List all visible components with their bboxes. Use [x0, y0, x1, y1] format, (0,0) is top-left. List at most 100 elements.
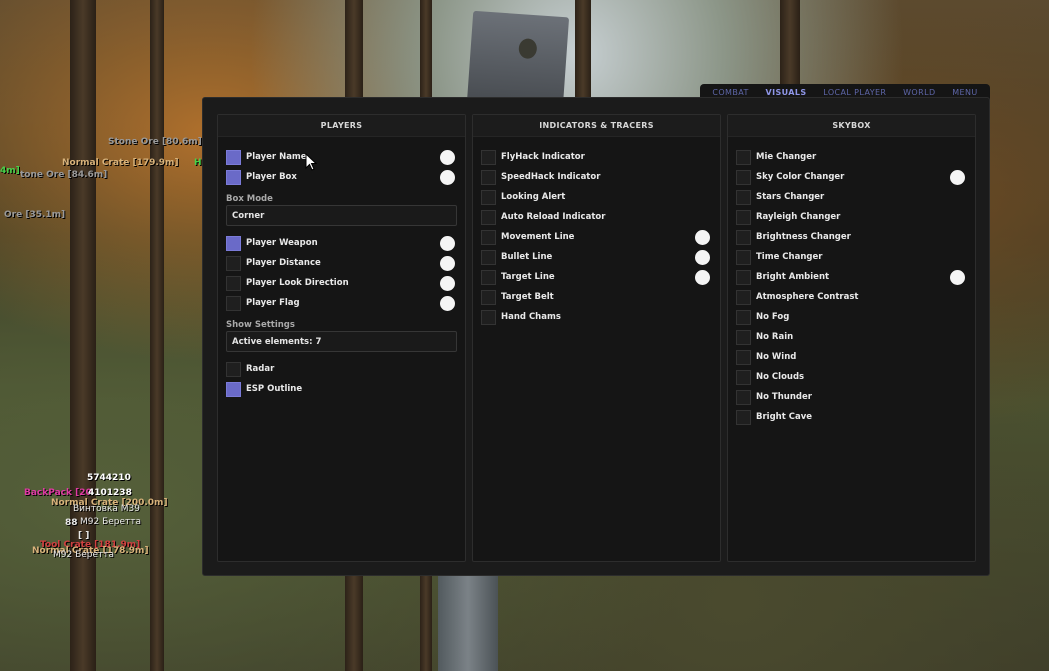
brightness-changer-option[interactable]: Brightness Changer [736, 229, 967, 245]
color-picker-swatch[interactable] [440, 235, 455, 251]
no-thunder-option[interactable]: No Thunder [736, 389, 967, 405]
radar-option[interactable]: Radar [226, 361, 457, 377]
players-panel: PLAYERS Player Name Player Box Box Mode … [217, 114, 466, 562]
target-belt-option[interactable]: Target Belt [481, 289, 712, 305]
no-fog-option[interactable]: No Fog [736, 309, 967, 325]
tree-trunk [150, 0, 164, 671]
color-picker-swatch[interactable] [440, 149, 455, 165]
sign-post [438, 576, 498, 671]
target-line-option[interactable]: Target Line [481, 269, 712, 285]
player-box-option[interactable]: Player Box [226, 169, 457, 185]
player-flag-option[interactable]: Player Flag [226, 295, 457, 311]
no-clouds-option[interactable]: No Clouds [736, 369, 967, 385]
option-checkbox[interactable] [736, 389, 751, 405]
option-checkbox[interactable] [736, 269, 751, 285]
esp-label: H [194, 158, 202, 168]
option-checkbox[interactable] [736, 169, 751, 185]
option-checkbox[interactable] [481, 229, 496, 245]
color-picker-swatch[interactable] [695, 249, 710, 265]
auto-reload-indicator-option[interactable]: Auto Reload Indicator [481, 209, 712, 225]
esp-label: 5744210 [87, 473, 131, 483]
player-look-direction-checkbox[interactable] [226, 275, 241, 291]
player-weapon-option[interactable]: Player Weapon [226, 235, 457, 251]
option-checkbox[interactable] [481, 169, 496, 185]
tab-world[interactable]: WORLD [903, 88, 935, 97]
player-name-option[interactable]: Player Name [226, 149, 457, 165]
option-label: Target Line [501, 272, 555, 282]
option-checkbox[interactable] [481, 149, 496, 165]
bright-ambient-option[interactable]: Bright Ambient [736, 269, 967, 285]
option-label: No Fog [756, 312, 790, 322]
no-wind-option[interactable]: No Wind [736, 349, 967, 365]
tree-trunk [70, 0, 96, 671]
esp-label: Винтовка M39 [73, 504, 140, 514]
option-label: Bright Cave [756, 412, 813, 422]
option-label: Auto Reload Indicator [501, 212, 606, 222]
option-checkbox[interactable] [736, 329, 751, 345]
option-checkbox[interactable] [481, 209, 496, 225]
option-checkbox[interactable] [481, 309, 496, 325]
option-checkbox[interactable] [736, 409, 751, 425]
panel-title: SKYBOX [728, 115, 975, 137]
option-checkbox[interactable] [736, 149, 751, 165]
radar-checkbox[interactable] [226, 361, 241, 377]
tab-local-player[interactable]: LOCAL PLAYER [823, 88, 886, 97]
option-checkbox[interactable] [481, 289, 496, 305]
looking-alert-option[interactable]: Looking Alert [481, 189, 712, 205]
option-checkbox[interactable] [736, 209, 751, 225]
no-rain-option[interactable]: No Rain [736, 329, 967, 345]
esp-label: 88 [65, 518, 78, 528]
player-distance-option[interactable]: Player Distance [226, 255, 457, 271]
tab-combat[interactable]: COMBAT [712, 88, 748, 97]
menu-window: PLAYERS Player Name Player Box Box Mode … [202, 97, 990, 576]
option-checkbox[interactable] [736, 289, 751, 305]
option-checkbox[interactable] [736, 309, 751, 325]
option-label: Radar [246, 364, 275, 374]
time-changer-option[interactable]: Time Changer [736, 249, 967, 265]
rayleigh-changer-option[interactable]: Rayleigh Changer [736, 209, 967, 225]
option-checkbox[interactable] [736, 189, 751, 205]
esp-outline-checkbox[interactable] [226, 381, 241, 397]
mie-changer-option[interactable]: Mie Changer [736, 149, 967, 165]
option-label: Player Box [246, 172, 297, 182]
option-checkbox[interactable] [736, 349, 751, 365]
option-checkbox[interactable] [481, 249, 496, 265]
option-label: Looking Alert [501, 192, 566, 202]
movement-line-option[interactable]: Movement Line [481, 229, 712, 245]
option-checkbox[interactable] [481, 189, 496, 205]
tab-menu[interactable]: MENU [952, 88, 977, 97]
color-picker-swatch[interactable] [950, 269, 965, 285]
speedhack-indicator-option[interactable]: SpeedHack Indicator [481, 169, 712, 185]
player-distance-checkbox[interactable] [226, 255, 241, 271]
option-checkbox[interactable] [481, 269, 496, 285]
color-picker-swatch[interactable] [440, 295, 455, 311]
player-look-direction-option[interactable]: Player Look Direction [226, 275, 457, 291]
color-picker-swatch[interactable] [440, 255, 455, 271]
esp-outline-option[interactable]: ESP Outline [226, 381, 457, 397]
box-mode-select[interactable]: Corner [226, 205, 457, 226]
sky-color-changer-option[interactable]: Sky Color Changer [736, 169, 967, 185]
option-label: Atmosphere Contrast [756, 292, 859, 302]
color-picker-swatch[interactable] [950, 169, 965, 185]
player-flag-checkbox[interactable] [226, 295, 241, 311]
color-picker-swatch[interactable] [695, 269, 710, 285]
show-settings-select[interactable]: Active elements: 7 [226, 331, 457, 352]
option-checkbox[interactable] [736, 229, 751, 245]
option-checkbox[interactable] [736, 249, 751, 265]
player-box-checkbox[interactable] [226, 169, 241, 185]
bright-cave-option[interactable]: Bright Cave [736, 409, 967, 425]
option-label: No Wind [756, 352, 797, 362]
player-name-checkbox[interactable] [226, 149, 241, 165]
tab-visuals[interactable]: VISUALS [766, 88, 807, 97]
player-weapon-checkbox[interactable] [226, 235, 241, 251]
option-label: Player Name [246, 152, 307, 162]
stars-changer-option[interactable]: Stars Changer [736, 189, 967, 205]
hand-chams-option[interactable]: Hand Chams [481, 309, 712, 325]
color-picker-swatch[interactable] [695, 229, 710, 245]
color-picker-swatch[interactable] [440, 169, 455, 185]
color-picker-swatch[interactable] [440, 275, 455, 291]
bullet-line-option[interactable]: Bullet Line [481, 249, 712, 265]
flyhack-indicator-option[interactable]: FlyHack Indicator [481, 149, 712, 165]
atmosphere-contrast-option[interactable]: Atmosphere Contrast [736, 289, 967, 305]
option-checkbox[interactable] [736, 369, 751, 385]
